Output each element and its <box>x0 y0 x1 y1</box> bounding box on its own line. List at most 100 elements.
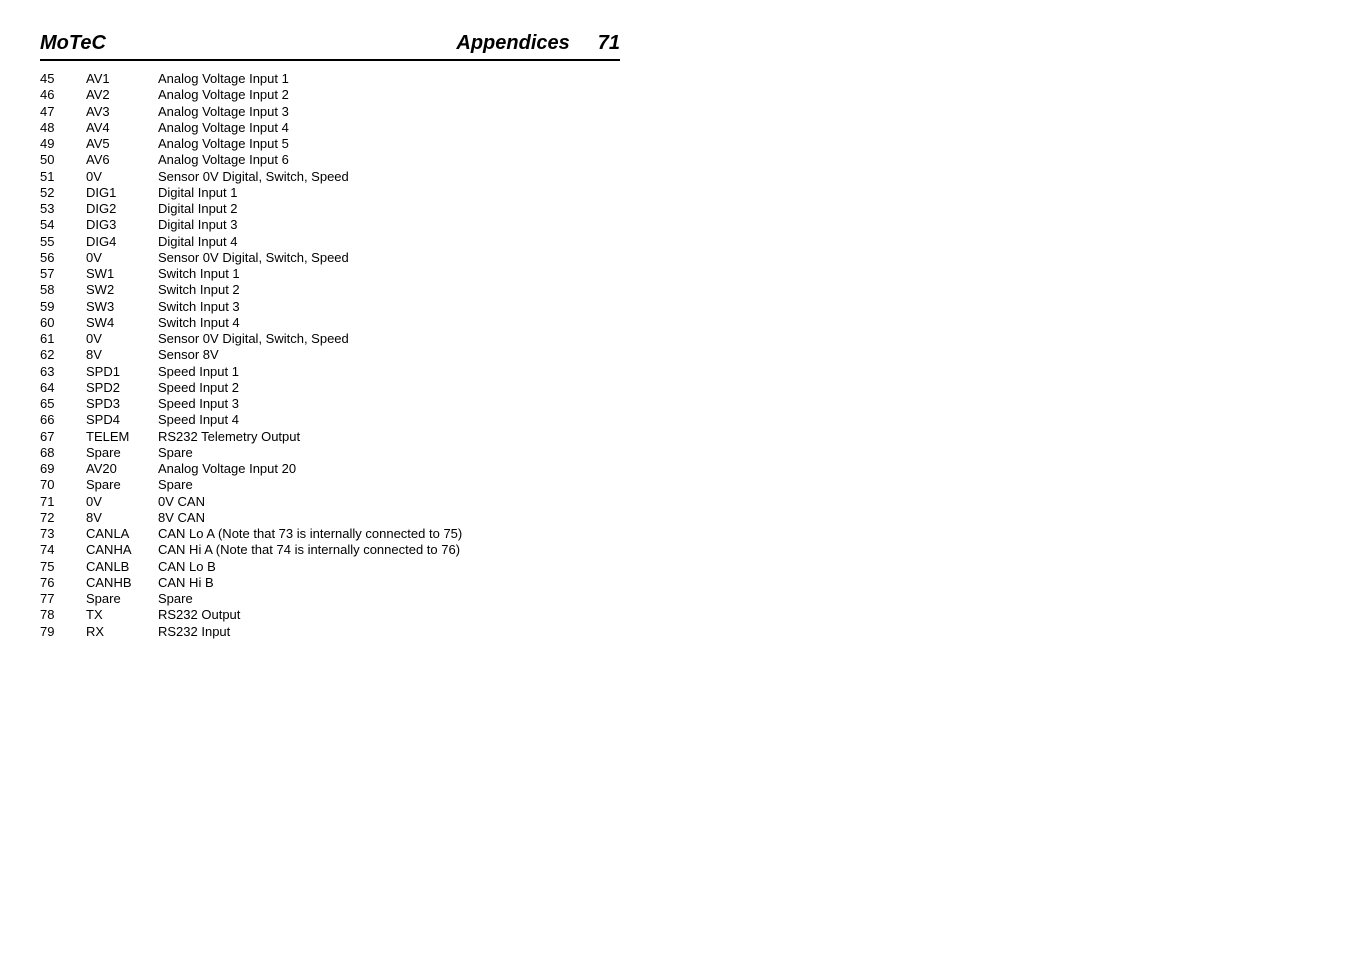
pin-description: Analog Voltage Input 4 <box>158 120 620 136</box>
pin-number: 55 <box>40 234 86 250</box>
pin-name: SW4 <box>86 315 158 331</box>
table-row: 50AV6Analog Voltage Input 6 <box>40 152 620 168</box>
table-row: 79RXRS232 Input <box>40 624 620 640</box>
table-row: 46AV2Analog Voltage Input 2 <box>40 87 620 103</box>
pin-number: 76 <box>40 575 86 591</box>
document-page: MoTeC Appendices 71 45AV1Analog Voltage … <box>0 0 660 672</box>
pin-description: Sensor 0V Digital, Switch, Speed <box>158 169 620 185</box>
pin-name: DIG2 <box>86 201 158 217</box>
pin-name: 8V <box>86 510 158 526</box>
pin-name: DIG1 <box>86 185 158 201</box>
pin-name: CANHA <box>86 542 158 558</box>
table-row: 59SW3Switch Input 3 <box>40 299 620 315</box>
pin-name: SPD4 <box>86 412 158 428</box>
pin-number: 71 <box>40 494 86 510</box>
table-row: 53DIG2Digital Input 2 <box>40 201 620 217</box>
table-row: 55DIG4Digital Input 4 <box>40 234 620 250</box>
page-number: 71 <box>598 32 620 55</box>
pin-name: Spare <box>86 477 158 493</box>
table-row: 75CANLBCAN Lo B <box>40 559 620 575</box>
table-row: 58SW2Switch Input 2 <box>40 282 620 298</box>
section-title: Appendices <box>456 32 569 55</box>
pin-name: 0V <box>86 331 158 347</box>
pin-name: TX <box>86 607 158 623</box>
pin-description: CAN Lo A (Note that 73 is internally con… <box>158 526 620 542</box>
table-row: 64SPD2Speed Input 2 <box>40 380 620 396</box>
pin-name: SPD2 <box>86 380 158 396</box>
pin-number: 60 <box>40 315 86 331</box>
pin-number: 59 <box>40 299 86 315</box>
table-row: 54DIG3Digital Input 3 <box>40 217 620 233</box>
pin-name: SW2 <box>86 282 158 298</box>
pin-description: Digital Input 1 <box>158 185 620 201</box>
pin-description: 8V CAN <box>158 510 620 526</box>
table-row: 77SpareSpare <box>40 591 620 607</box>
table-row: 52DIG1Digital Input 1 <box>40 185 620 201</box>
pin-name: TELEM <box>86 429 158 445</box>
pin-description: Digital Input 2 <box>158 201 620 217</box>
table-row: 49AV5Analog Voltage Input 5 <box>40 136 620 152</box>
pin-description: Sensor 0V Digital, Switch, Speed <box>158 250 620 266</box>
table-row: 60SW4Switch Input 4 <box>40 315 620 331</box>
pin-description: Speed Input 1 <box>158 364 620 380</box>
pin-name: SW1 <box>86 266 158 282</box>
table-row: 66SPD4Speed Input 4 <box>40 412 620 428</box>
pin-number: 79 <box>40 624 86 640</box>
table-row: 728V8V CAN <box>40 510 620 526</box>
pin-description: Digital Input 3 <box>158 217 620 233</box>
pin-number: 74 <box>40 542 86 558</box>
pin-table: 45AV1Analog Voltage Input 146AV2Analog V… <box>40 71 620 640</box>
pin-description: Switch Input 1 <box>158 266 620 282</box>
pin-name: 0V <box>86 494 158 510</box>
pin-number: 63 <box>40 364 86 380</box>
pin-number: 70 <box>40 477 86 493</box>
table-row: 69AV20Analog Voltage Input 20 <box>40 461 620 477</box>
pin-number: 47 <box>40 104 86 120</box>
pin-description: RS232 Output <box>158 607 620 623</box>
pin-number: 46 <box>40 87 86 103</box>
pin-description: Analog Voltage Input 3 <box>158 104 620 120</box>
table-row: 628VSensor 8V <box>40 347 620 363</box>
table-row: 57SW1Switch Input 1 <box>40 266 620 282</box>
page-header: MoTeC Appendices 71 <box>40 32 620 61</box>
table-row: 48AV4Analog Voltage Input 4 <box>40 120 620 136</box>
table-row: 45AV1Analog Voltage Input 1 <box>40 71 620 87</box>
table-row: 78TXRS232 Output <box>40 607 620 623</box>
pin-description: Switch Input 2 <box>158 282 620 298</box>
pin-description: Analog Voltage Input 20 <box>158 461 620 477</box>
table-row: 610VSensor 0V Digital, Switch, Speed <box>40 331 620 347</box>
table-row: 73CANLACAN Lo A (Note that 73 is interna… <box>40 526 620 542</box>
pin-name: 0V <box>86 169 158 185</box>
pin-description: Spare <box>158 445 620 461</box>
pin-number: 73 <box>40 526 86 542</box>
pin-description: Analog Voltage Input 2 <box>158 87 620 103</box>
pin-number: 77 <box>40 591 86 607</box>
pin-name: SPD3 <box>86 396 158 412</box>
pin-description: CAN Hi A (Note that 74 is internally con… <box>158 542 620 558</box>
table-row: 67TELEMRS232 Telemetry Output <box>40 429 620 445</box>
pin-name: CANLA <box>86 526 158 542</box>
pin-name: CANLB <box>86 559 158 575</box>
table-row: 710V0V CAN <box>40 494 620 510</box>
pin-description: CAN Hi B <box>158 575 620 591</box>
pin-number: 53 <box>40 201 86 217</box>
pin-description: Switch Input 3 <box>158 299 620 315</box>
pin-number: 68 <box>40 445 86 461</box>
pin-name: DIG3 <box>86 217 158 233</box>
pin-number: 65 <box>40 396 86 412</box>
pin-name: AV5 <box>86 136 158 152</box>
pin-name: AV4 <box>86 120 158 136</box>
pin-description: Spare <box>158 591 620 607</box>
pin-description: Analog Voltage Input 6 <box>158 152 620 168</box>
pin-name: SW3 <box>86 299 158 315</box>
pin-description: RS232 Telemetry Output <box>158 429 620 445</box>
table-row: 63SPD1Speed Input 1 <box>40 364 620 380</box>
pin-number: 54 <box>40 217 86 233</box>
pin-number: 50 <box>40 152 86 168</box>
pin-number: 52 <box>40 185 86 201</box>
pin-name: AV2 <box>86 87 158 103</box>
pin-number: 72 <box>40 510 86 526</box>
table-row: 70SpareSpare <box>40 477 620 493</box>
pin-number: 62 <box>40 347 86 363</box>
pin-description: RS232 Input <box>158 624 620 640</box>
